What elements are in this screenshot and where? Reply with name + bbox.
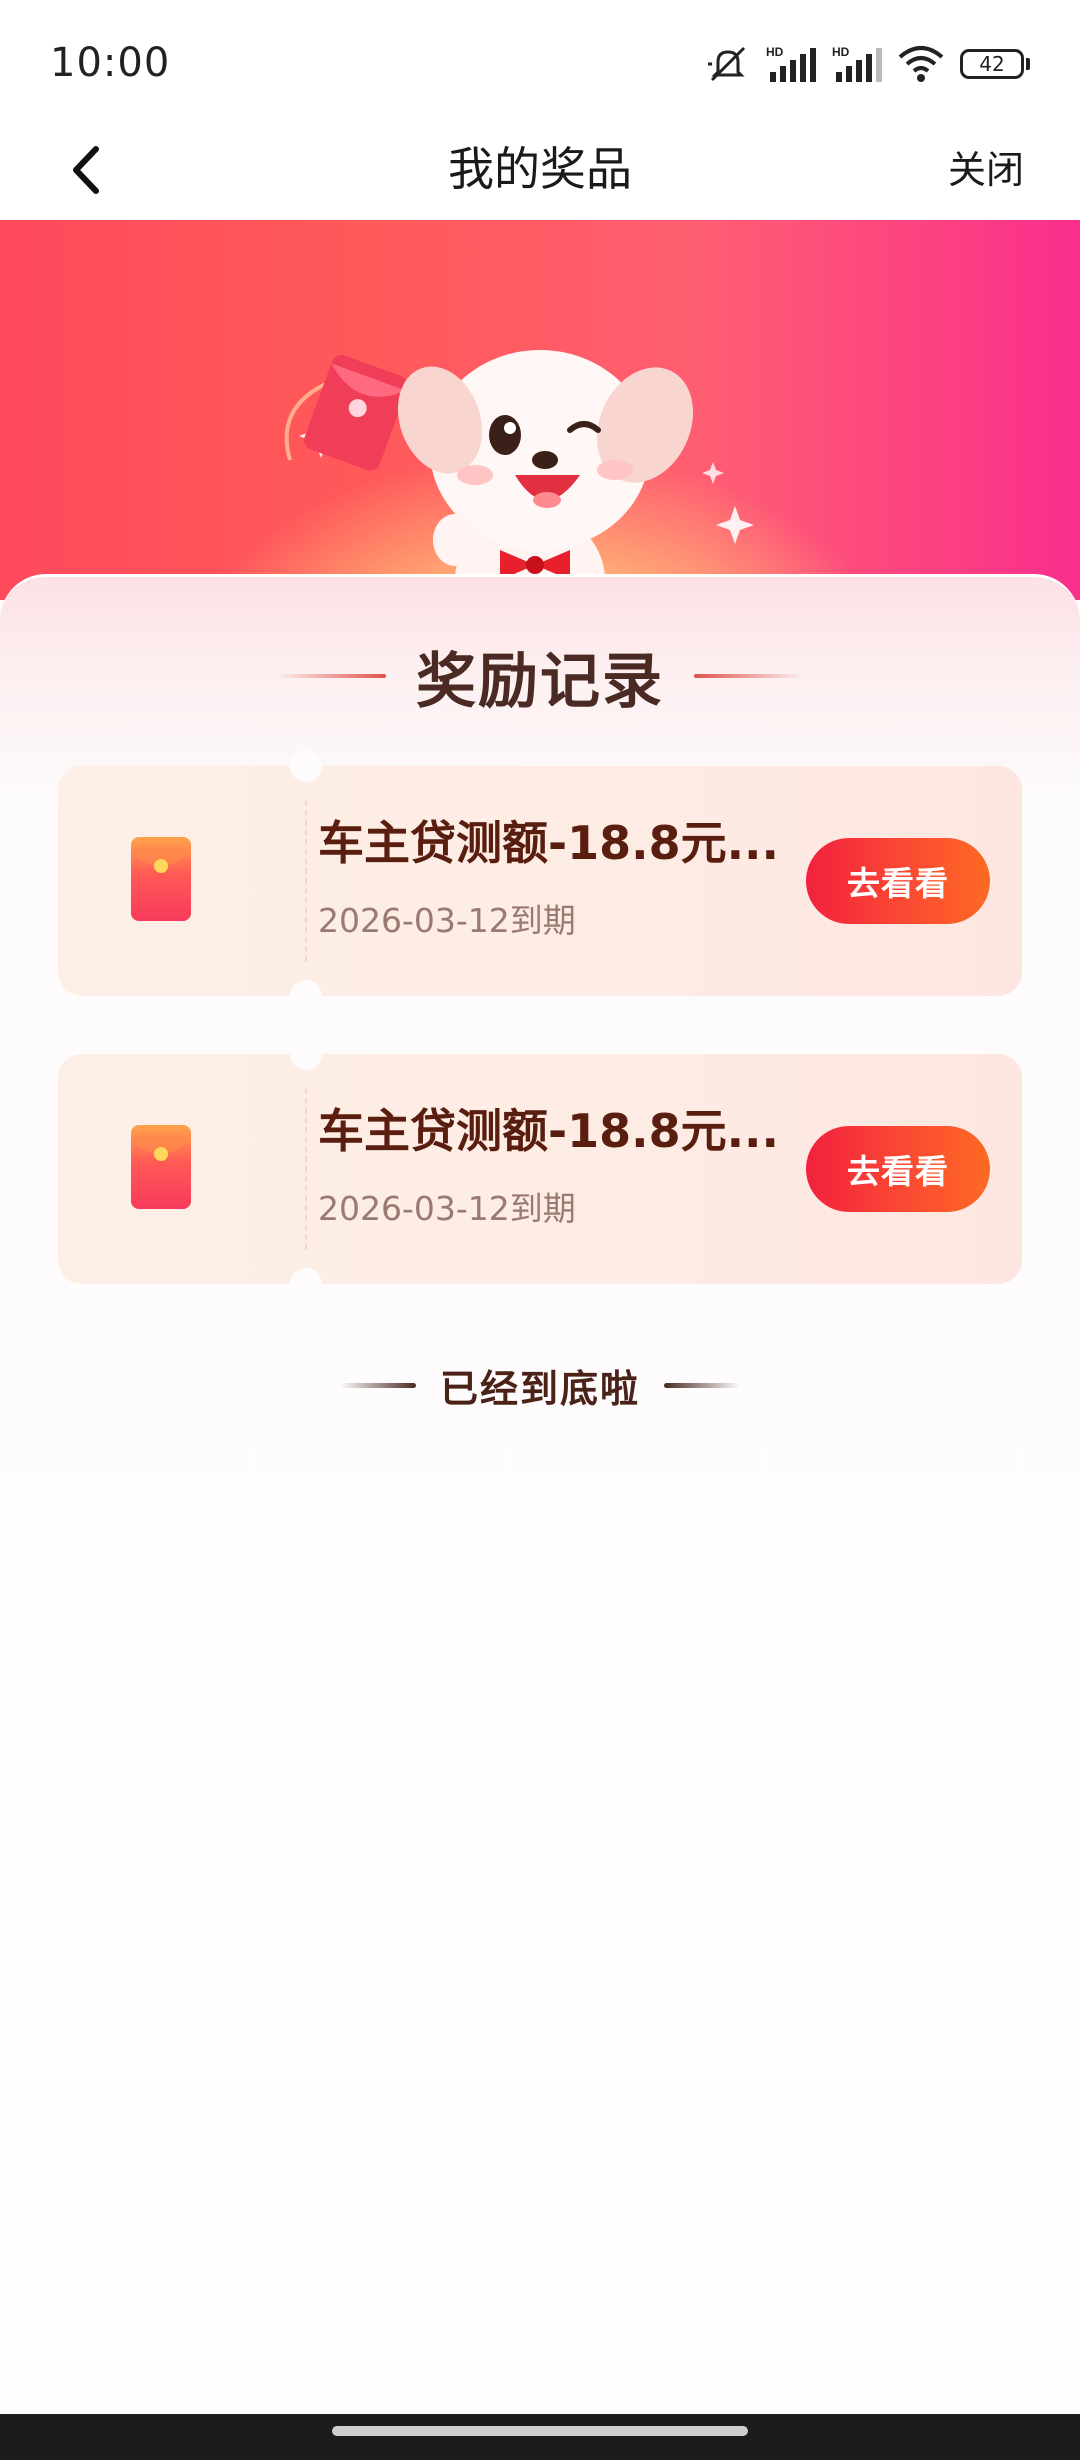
card-notch [290, 1038, 322, 1070]
card-notch [290, 980, 322, 1012]
view-reward-button[interactable]: 去看看 [806, 838, 990, 924]
end-decor-line [339, 1382, 416, 1388]
status-icons: HD HD 42 [706, 44, 1030, 84]
red-envelope-icon [131, 1125, 191, 1209]
card-notch [290, 750, 322, 782]
system-nav-bar [0, 2414, 1080, 2460]
section-title: 奖励记录 [416, 646, 664, 717]
reward-name: 车主贷测额-18.8元... [318, 1104, 780, 1158]
card-divider [305, 1088, 307, 1250]
battery-icon: 42 [960, 49, 1030, 79]
reward-expiry: 2026-03-12到期 [318, 1189, 576, 1228]
reward-name: 车主贷测额-18.8元... [318, 816, 780, 870]
end-decor-line [664, 1382, 740, 1388]
reward-card: 车主贷测额-18.8元... 2026-03-12到期 去看看 [58, 1038, 1022, 1300]
close-button[interactable]: 关闭 [948, 136, 1024, 204]
end-of-list-text: 已经到底啦 [439, 1366, 640, 1411]
svg-text:HD: HD [766, 45, 784, 59]
svg-text:HD: HD [832, 45, 850, 59]
title-decor-line [694, 674, 804, 678]
end-of-list: 已经到底啦 [0, 1350, 1080, 1420]
signal-hd-icon: HD [766, 45, 816, 82]
card-notch [290, 1268, 322, 1300]
view-reward-button[interactable]: 去看看 [806, 1126, 990, 1212]
banner [0, 220, 1080, 600]
reward-expiry: 2026-03-12到期 [318, 901, 576, 940]
home-indicator[interactable] [332, 2426, 748, 2436]
battery-tip [1026, 58, 1030, 70]
reward-card: 车主贷测额-18.8元... 2026-03-12到期 去看看 [58, 750, 1022, 1012]
section-header: 奖励记录 [0, 636, 1080, 717]
page: 10:00 HD HD 42 我的奖品 关闭 奖励记录 车主贷测额-18.8元.… [0, 0, 1080, 2460]
card-divider [305, 800, 307, 962]
status-time: 10:00 [50, 40, 171, 86]
wifi-icon [898, 46, 944, 82]
mute-icon [708, 46, 746, 82]
signal-hd-icon: HD [832, 45, 882, 82]
status-bar: 10:00 HD HD 42 [0, 0, 1080, 120]
page-title: 我的奖品 [448, 142, 632, 196]
red-envelope-icon [131, 837, 191, 921]
title-decor-line [276, 674, 386, 678]
nav-bar: 我的奖品 关闭 [0, 120, 1080, 220]
battery-level: 42 [960, 49, 1024, 79]
mascot-illustration [284, 350, 754, 600]
